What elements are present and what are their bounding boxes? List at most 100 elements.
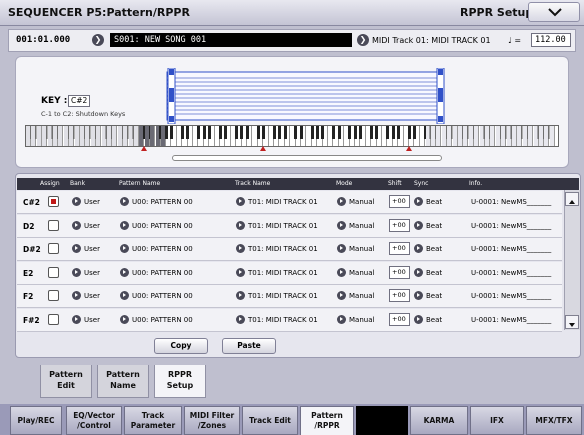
track-popup-icon[interactable]: [236, 315, 245, 324]
keyboard-graphic[interactable]: [25, 125, 559, 147]
bank-popup-icon[interactable]: [72, 221, 81, 230]
piano-white-key[interactable]: [415, 126, 420, 146]
mode-popup-icon[interactable]: [337, 244, 346, 253]
assign-checkbox[interactable]: [48, 267, 59, 278]
scroll-down-button[interactable]: [565, 315, 579, 329]
mode-tab-karma[interactable]: KARMA: [410, 406, 468, 435]
song-select-field[interactable]: S001: NEW SONG 001: [110, 33, 352, 47]
piano-white-key[interactable]: [58, 126, 64, 146]
table-scrollbar[interactable]: [564, 190, 580, 330]
location-readout[interactable]: 001:01.000: [16, 35, 70, 45]
mode-popup-icon[interactable]: [337, 221, 346, 230]
bank-popup-icon[interactable]: [72, 197, 81, 206]
mode-popup-icon[interactable]: [337, 291, 346, 300]
piano-white-key[interactable]: [339, 126, 345, 146]
track-popup-icon[interactable]: [236, 291, 245, 300]
track-select-field[interactable]: MIDI Track 01: MIDI TRACK 01: [372, 36, 491, 45]
piano-white-key[interactable]: [512, 126, 517, 146]
table-row[interactable]: D2 User U00: PATTERN 00 T01: MIDI TRACK 01 M…: [17, 215, 562, 238]
track-popup-icon[interactable]: [236, 221, 245, 230]
scroll-up-button[interactable]: [565, 192, 579, 206]
piano-white-key[interactable]: [150, 126, 156, 146]
pattern-name-value[interactable]: U00: PATTERN 00: [132, 198, 193, 206]
tab-pattern-edit[interactable]: Pattern Edit: [40, 365, 92, 398]
pattern-popup-icon[interactable]: [120, 221, 129, 230]
mode-value[interactable]: Manual: [349, 245, 374, 253]
mode-tab-play-rec[interactable]: Play/REC: [10, 406, 62, 435]
sync-popup-icon[interactable]: [414, 268, 423, 277]
table-row[interactable]: C#2 User U00: PATTERN 00 T01: MIDI TRACK 01…: [17, 191, 562, 214]
pattern-name-value[interactable]: U00: PATTERN 00: [132, 222, 193, 230]
pattern-popup-icon[interactable]: [120, 315, 129, 324]
song-select-popup-icon[interactable]: ❯: [92, 34, 104, 46]
sync-popup-icon[interactable]: [414, 244, 423, 253]
sync-popup-icon[interactable]: [414, 221, 423, 230]
mode-value[interactable]: Manual: [349, 292, 374, 300]
sync-popup-icon[interactable]: [414, 315, 423, 324]
keyboard-scroll-slider[interactable]: [172, 155, 442, 161]
piano-white-key[interactable]: [264, 126, 269, 146]
sync-popup-icon[interactable]: [414, 291, 423, 300]
mode-tab-track-parameter[interactable]: Track Parameter: [124, 406, 182, 435]
sync-value[interactable]: Beat: [426, 222, 442, 230]
assign-checkbox[interactable]: [48, 220, 59, 231]
piano-white-key[interactable]: [172, 126, 177, 146]
sync-value[interactable]: Beat: [426, 269, 442, 277]
tab-pattern-name[interactable]: Pattern Name: [97, 365, 149, 398]
table-row[interactable]: F2 User U00: PATTERN 00 T01: MIDI TRACK 01 M…: [17, 285, 562, 308]
track-popup-icon[interactable]: [236, 197, 245, 206]
tab-rppr-setup[interactable]: RPPR Setup: [154, 365, 206, 398]
piano-white-key[interactable]: [399, 126, 404, 146]
assign-checkbox[interactable]: [48, 243, 59, 254]
mode-popup-icon[interactable]: [337, 268, 346, 277]
mode-tab-midi-filter-zones[interactable]: MIDI Filter /Zones: [184, 406, 240, 435]
mode-tab-track-edit[interactable]: Track Edit: [242, 406, 298, 435]
piano-white-key[interactable]: [96, 126, 102, 146]
table-row[interactable]: F#2 User U00: PATTERN 00 T01: MIDI TRACK 01…: [17, 309, 562, 332]
piano-white-key[interactable]: [210, 126, 215, 146]
piano-white-key[interactable]: [74, 126, 80, 146]
piano-white-key[interactable]: [36, 126, 42, 146]
piano-white-key[interactable]: [188, 126, 193, 146]
mode-value[interactable]: Manual: [349, 316, 374, 324]
shift-field[interactable]: +00: [389, 195, 410, 208]
shift-field[interactable]: +00: [389, 313, 410, 326]
bank-popup-icon[interactable]: [72, 268, 81, 277]
piano-white-key[interactable]: [452, 126, 458, 146]
bank-value[interactable]: User: [84, 222, 100, 230]
mode-popup-icon[interactable]: [337, 315, 346, 324]
table-row[interactable]: D#2 User U00: PATTERN 00 T01: MIDI TRACK 01…: [17, 238, 562, 261]
pattern-name-value[interactable]: U00: PATTERN 00: [132, 245, 193, 253]
sync-value[interactable]: Beat: [426, 316, 442, 324]
mode-value[interactable]: Manual: [349, 222, 374, 230]
bank-value[interactable]: User: [84, 269, 100, 277]
piano-white-key[interactable]: [549, 126, 555, 146]
bank-popup-icon[interactable]: [72, 315, 81, 324]
pattern-name-value[interactable]: U00: PATTERN 00: [132, 292, 193, 300]
sync-value[interactable]: Beat: [426, 292, 442, 300]
piano-white-key[interactable]: [361, 126, 366, 146]
piano-white-key[interactable]: [226, 126, 231, 146]
piano-white-key[interactable]: [134, 126, 139, 146]
piano-white-key[interactable]: [247, 126, 253, 146]
sync-value[interactable]: Beat: [426, 245, 442, 253]
mode-tab-mfx-tfx[interactable]: MFX/TFX: [526, 406, 582, 435]
mode-tab-pattern-rppr[interactable]: Pattern /RPPR: [300, 406, 354, 435]
assign-checkbox[interactable]: [48, 290, 59, 301]
piano-white-key[interactable]: [112, 126, 118, 146]
mode-value[interactable]: Manual: [349, 269, 374, 277]
track-popup-icon[interactable]: [236, 244, 245, 253]
mode-tab-eq-vector-control[interactable]: EQ/Vector /Control: [66, 406, 122, 435]
shift-field[interactable]: +00: [389, 219, 410, 232]
page-menu-button[interactable]: [528, 2, 580, 22]
piano-white-key[interactable]: [301, 126, 307, 146]
bank-value[interactable]: User: [84, 198, 100, 206]
key-value-field[interactable]: C#2: [68, 95, 90, 107]
piano-white-key[interactable]: [474, 126, 480, 146]
mode-popup-icon[interactable]: [337, 197, 346, 206]
track-name-value[interactable]: T01: MIDI TRACK 01: [248, 292, 318, 300]
bank-value[interactable]: User: [84, 292, 100, 300]
piano-white-key[interactable]: [285, 126, 291, 146]
pattern-popup-icon[interactable]: [120, 268, 129, 277]
paste-button[interactable]: Paste: [222, 338, 276, 354]
